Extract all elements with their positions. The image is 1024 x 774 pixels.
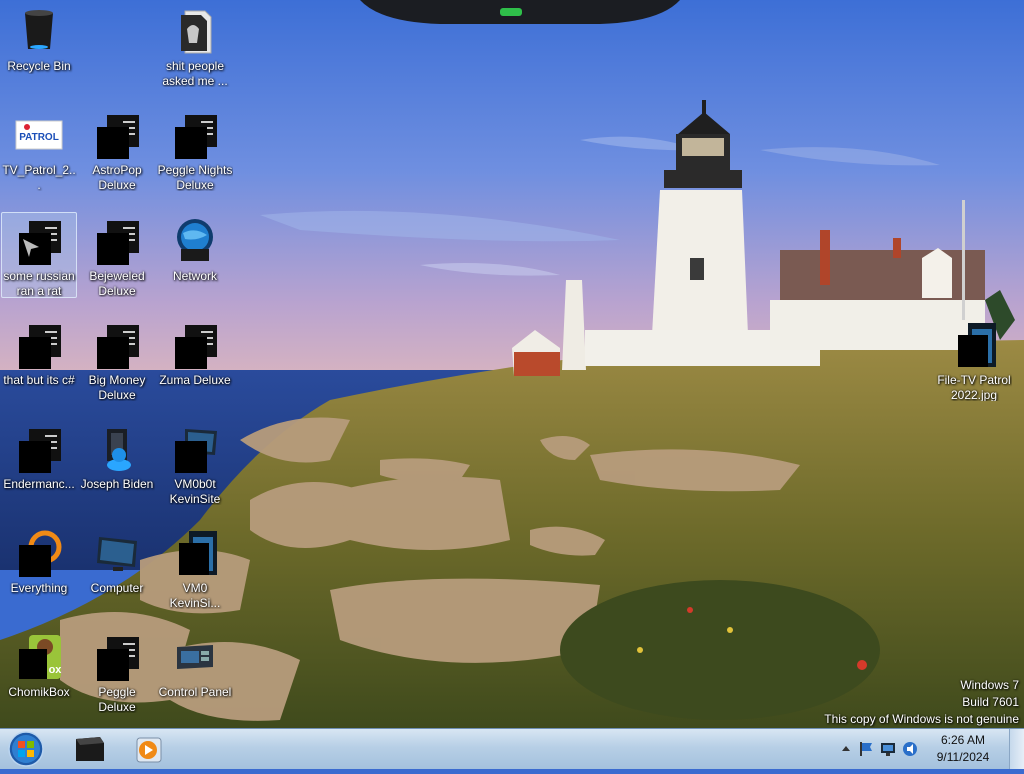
top-dock-gadget[interactable] [360,0,680,26]
window-file-icon [171,529,219,577]
taskbar-pinned-terminal[interactable] [62,731,116,767]
user-figure-icon [93,425,141,473]
desktop-icon-joseph-biden[interactable]: Joseph Biden [79,420,155,506]
icon-label: Big Money Deluxe [88,373,146,401]
icon-label: Joseph Biden [80,477,154,491]
desktop-icon-network[interactable]: Network [157,212,233,298]
icon-label: Network [172,269,217,283]
desktop-icon-recycle-bin[interactable]: Recycle Bin [1,2,77,88]
taskbar-clock[interactable]: 6:26 AM 9/11/2024 [918,732,1008,766]
icon-label: ChomikBox [8,685,70,699]
desktop-icon-file-tv-patrol-2022[interactable]: File-TV Patrol 2022.jpg [936,316,1012,402]
svg-text:PATROL: PATROL [19,132,59,143]
application-icon [15,321,63,369]
windows-orb-icon [8,731,44,767]
desktop-icon-zuma-deluxe[interactable]: Zuma Deluxe [157,316,233,402]
icon-label: Control Panel [158,685,232,699]
window-file-icon [950,321,998,369]
desktop-icon-some-russian-ran-a-rat[interactable]: some russian ran a rat [1,212,77,298]
windows-not-genuine-watermark: Windows 7 Build 7601 This copy of Window… [824,677,1019,728]
desktop-icon-peggle-deluxe[interactable]: Peggle Deluxe [79,628,155,714]
taskbar-pinned-media-player[interactable] [122,731,176,767]
icon-label: some russian ran a rat [3,269,75,297]
volume-icon[interactable] [902,741,918,757]
terminal-box-icon [76,737,104,761]
desktop-icon-that-but-its-csharp[interactable]: that but its c# [1,316,77,402]
flag-action-center-icon[interactable] [858,741,874,757]
application-shortcut-icon [15,217,63,265]
control-panel-icon [171,633,219,681]
icon-label: Peggle Nights Deluxe [157,163,233,191]
desktop-icon-everything[interactable]: Everything [1,524,77,610]
application-icon [15,425,63,473]
image-file-icon: PATROL [15,111,63,159]
icon-label: Bejeweled Deluxe [89,269,145,297]
media-player-icon [136,737,162,763]
desktop-icon-vm0-kevinsite[interactable]: VM0 KevinSi... [157,524,233,610]
icon-label: File-TV Patrol 2022.jpg [937,373,1011,401]
icon-label: Computer [90,581,144,595]
system-tray: 6:26 AM 9/11/2024 [834,729,1024,769]
taskbar: 6:26 AM 9/11/2024 [0,728,1024,769]
desktop-icon-astropop-deluxe[interactable]: AstroPop Deluxe [79,106,155,192]
icon-label: Zuma Deluxe [159,373,231,387]
chomikbox-logo-text: ox [49,664,63,676]
application-icon [93,217,141,265]
application-icon [93,321,141,369]
icon-label: Peggle Deluxe [98,685,136,713]
recycle-bin-icon [15,7,63,55]
desktop-icon-tv-patrol[interactable]: PATROL TV_Patrol_2... [1,106,77,192]
desktop-icon-folder[interactable]: shit people asked me ... [157,2,233,88]
desktop-icon-computer[interactable]: Computer [79,524,155,610]
icon-label: that but its c# [3,373,75,387]
start-button[interactable] [4,729,48,769]
application-icon [171,321,219,369]
application-icon [93,111,141,159]
watermark-genuine-notice: This copy of Windows is not genuine [824,712,1019,726]
icon-label: Recycle Bin [7,59,71,73]
desktop-icon-bejeweled-deluxe[interactable]: Bejeweled Deluxe [79,212,155,298]
icon-label: shit people asked me ... [162,59,228,87]
application-icon [171,111,219,159]
show-desktop-button[interactable] [1009,729,1024,769]
icon-label: Endermanc... [3,477,75,491]
desktop-icon-control-panel[interactable]: Control Panel [157,628,233,714]
desktop-icon-endermanch[interactable]: Endermanc... [1,420,77,506]
watermark-os-name: Windows 7 [960,678,1019,692]
everything-search-icon [15,529,63,577]
application-icon [93,633,141,681]
clock-date: 9/11/2024 [936,750,990,764]
icon-label: Everything [10,581,68,595]
computer-monitor-icon [93,529,141,577]
show-hidden-icons-arrow[interactable] [838,741,854,757]
monitor-shortcut-icon [171,425,219,473]
folder-icon [171,7,219,55]
clock-time: 6:26 AM [940,733,986,747]
icon-label: VM0 KevinSi... [169,581,221,609]
icon-label: AstroPop Deluxe [92,163,142,191]
desktop-icon-chomikbox[interactable]: ox ChomikBox [1,628,77,714]
desktop-icon-peggle-nights-deluxe[interactable]: Peggle Nights Deluxe [157,106,233,192]
network-monitor-icon[interactable] [880,741,896,757]
icon-label: TV_Patrol_2... [2,163,76,191]
chomikbox-icon: ox [15,633,63,681]
network-globe-icon [171,217,219,265]
desktop-icon-big-money-deluxe[interactable]: Big Money Deluxe [79,316,155,402]
watermark-build: Build 7601 [962,695,1019,709]
icon-label: VM0b0t KevinSite [169,477,221,505]
desktop-icon-vm0b0t-kevinsite[interactable]: VM0b0t KevinSite [157,420,233,506]
